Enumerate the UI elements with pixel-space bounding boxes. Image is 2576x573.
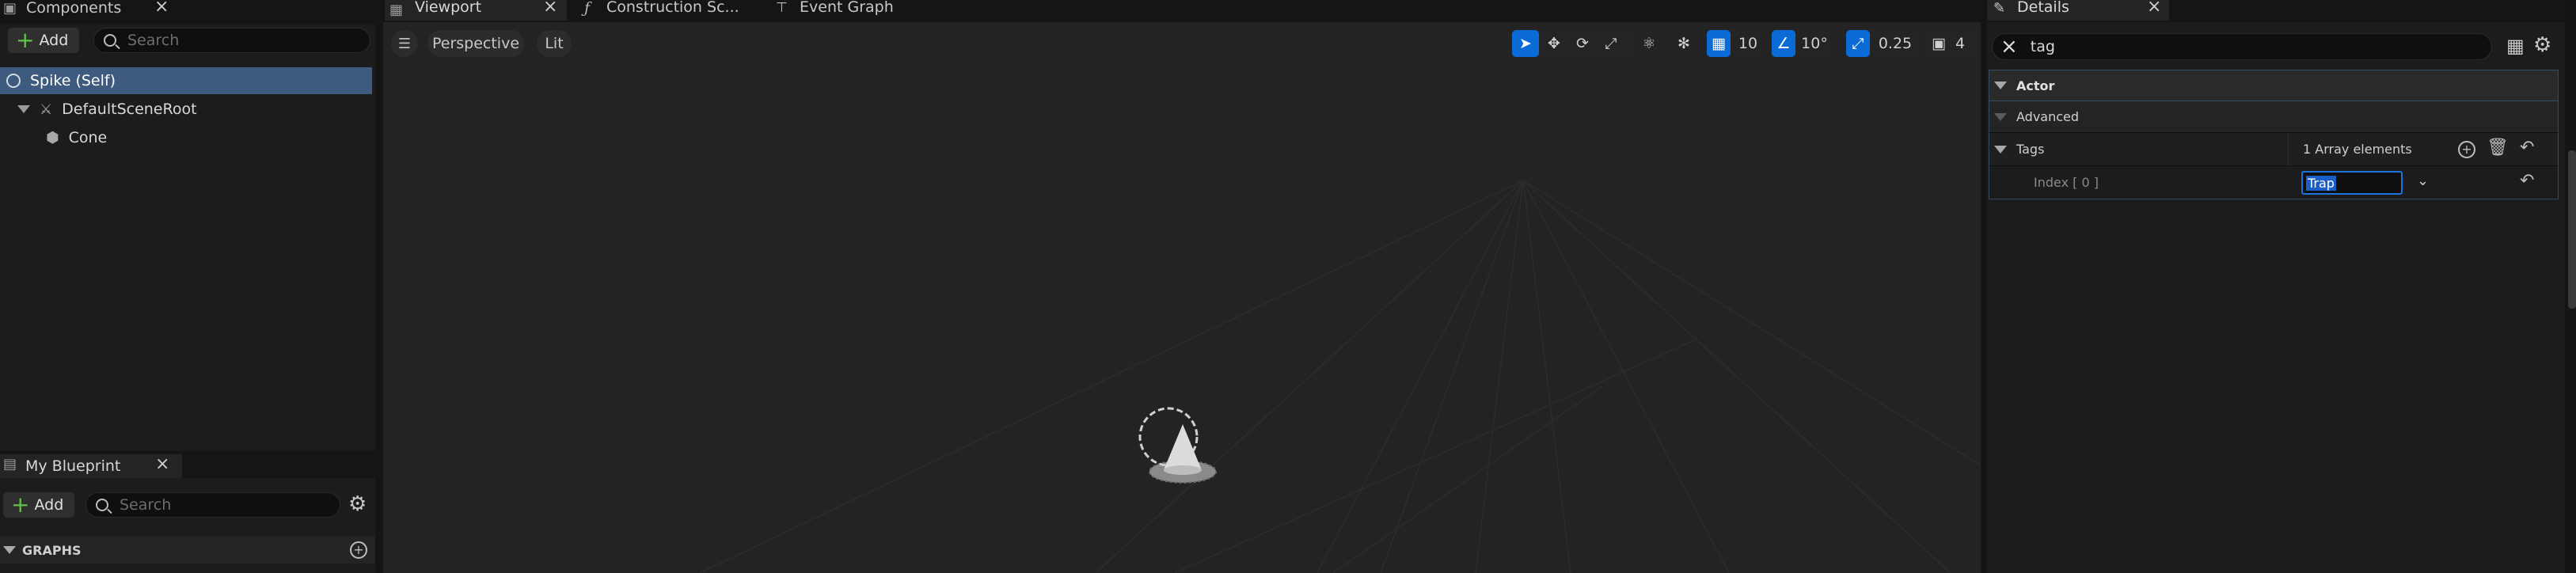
- add-label: Add: [34, 496, 64, 514]
- camera-speed-value[interactable]: 4: [1949, 30, 1971, 57]
- scrollbar-thumb[interactable]: [2568, 150, 2576, 309]
- view-mode-button[interactable]: Perspective: [427, 30, 524, 57]
- select-tool-icon[interactable]: ➤: [1512, 30, 1539, 57]
- reset-icon[interactable]: ↶: [2520, 171, 2534, 191]
- chevron-down-icon[interactable]: ⌄: [2417, 173, 2429, 189]
- add-element-icon[interactable]: +: [2458, 141, 2475, 158]
- tag-value-input[interactable]: Trap: [2301, 171, 2403, 195]
- search-input[interactable]: [120, 496, 315, 514]
- tree-item-label: Cone: [68, 129, 108, 146]
- tree-item-defaultsceneroot[interactable]: ⚔ DefaultSceneRoot: [17, 96, 372, 123]
- close-icon[interactable]: ×: [155, 454, 169, 474]
- close-icon[interactable]: ×: [154, 0, 169, 17]
- add-blueprint-item-button[interactable]: + Add: [3, 491, 75, 518]
- graphs-section-header[interactable]: GRAPHS +: [0, 537, 375, 564]
- camera-speed-icon[interactable]: ▣: [1927, 30, 1951, 57]
- gear-icon[interactable]: ⚙: [2533, 33, 2551, 57]
- close-icon[interactable]: ×: [543, 0, 557, 17]
- tag-value-text[interactable]: Trap: [2306, 175, 2336, 191]
- scene-root-icon: ⚔: [40, 101, 53, 118]
- tree-item-label: DefaultSceneRoot: [62, 101, 197, 118]
- cone-mesh[interactable]: [1135, 400, 1230, 495]
- index-label: Index [ 0 ]: [2034, 175, 2099, 190]
- scale-tool-icon[interactable]: ⤢: [1598, 30, 1624, 57]
- tab-viewport-label: Viewport: [415, 0, 482, 16]
- trash-icon[interactable]: 🗑: [2487, 138, 2509, 157]
- tab-components-label: Components: [26, 0, 122, 17]
- my-blueprint-label: My Blueprint: [25, 457, 121, 475]
- expand-arrow-icon[interactable]: [1994, 145, 2007, 154]
- add-label: Add: [39, 32, 69, 49]
- my-blueprint-tab[interactable]: ▤ My Blueprint ×: [0, 454, 182, 478]
- category-actor-label: Actor: [2016, 78, 2055, 93]
- components-icon: ▣: [3, 0, 17, 17]
- translate-tool-icon[interactable]: ✥: [1541, 30, 1567, 57]
- tags-value: 1 Array elements: [2303, 142, 2412, 157]
- plus-icon: +: [11, 491, 30, 518]
- category-actor[interactable]: Actor: [1989, 70, 2559, 101]
- clear-search-icon[interactable]: ×: [2000, 36, 2018, 57]
- tree-item-label: Spike (Self): [30, 72, 116, 89]
- tags-label: Tags: [2016, 142, 2045, 157]
- actor-icon: [6, 74, 21, 88]
- tab-event-graph-label: Event Graph: [800, 0, 894, 16]
- scale-snap-icon[interactable]: ⤢: [1846, 30, 1870, 57]
- function-icon: ƒ: [584, 0, 591, 17]
- property-matrix-icon[interactable]: ▦: [2506, 35, 2525, 57]
- search-input[interactable]: [127, 32, 340, 49]
- add-graph-icon[interactable]: +: [350, 541, 367, 559]
- tab-viewport[interactable]: ▦ Viewport ×: [385, 0, 567, 21]
- tab-construction-label: Construction Sc...: [606, 0, 739, 16]
- expand-arrow-icon[interactable]: [1994, 112, 2007, 121]
- world-space-icon[interactable]: ⚛: [1636, 30, 1662, 57]
- add-component-button[interactable]: + Add: [8, 27, 80, 53]
- tree-item-spike-self[interactable]: Spike (Self): [0, 67, 372, 94]
- viewport-options-button[interactable]: ☰: [391, 30, 418, 57]
- close-icon[interactable]: ×: [2147, 0, 2161, 17]
- tree-item-cone[interactable]: ⬢ Cone: [46, 124, 372, 151]
- gear-icon[interactable]: ⚙: [348, 492, 367, 516]
- pencil-icon: ✎: [1993, 0, 2006, 17]
- expand-arrow-icon[interactable]: [1994, 82, 2007, 89]
- plus-icon: +: [16, 27, 35, 53]
- lighting-mode-button[interactable]: Lit: [537, 30, 572, 57]
- viewport-area[interactable]: [383, 22, 1981, 573]
- graphs-label: GRAPHS: [22, 542, 82, 558]
- reset-icon[interactable]: ↶: [2520, 138, 2534, 157]
- tab-details[interactable]: ✎ Details ×: [1987, 0, 2169, 21]
- scale-snap-value[interactable]: 0.25: [1871, 30, 1919, 57]
- details-search[interactable]: × tag: [1992, 33, 2492, 60]
- rotation-snap-icon[interactable]: ∠: [1772, 30, 1795, 57]
- blueprint-search[interactable]: [85, 492, 340, 518]
- category-advanced[interactable]: Advanced: [1989, 101, 2559, 133]
- viewport-tab-icon: ▦: [389, 2, 404, 18]
- search-icon: [96, 499, 108, 511]
- expand-arrow-icon[interactable]: [17, 105, 30, 113]
- surface-snap-icon[interactable]: ✻: [1670, 30, 1697, 57]
- rotate-tool-icon[interactable]: ⟳: [1569, 30, 1596, 57]
- category-advanced-label: Advanced: [2016, 109, 2080, 124]
- tab-components[interactable]: ▣ Components ×: [0, 0, 182, 17]
- tab-construction-script[interactable]: ƒ Construction Sc...: [576, 0, 750, 19]
- expand-arrow-icon[interactable]: [3, 546, 16, 554]
- rotation-snap-value[interactable]: 10°: [1797, 30, 1832, 57]
- tab-event-graph[interactable]: ⊤ Event Graph: [769, 0, 944, 19]
- details-search-value[interactable]: tag: [2031, 38, 2055, 55]
- event-graph-icon: ⊤: [776, 0, 788, 16]
- tags-row[interactable]: Tags 1 Array elements + 🗑 ↶: [1989, 133, 2559, 166]
- tab-details-label: Details: [2017, 0, 2069, 16]
- search-icon: [104, 34, 116, 47]
- book-icon: ▤: [3, 456, 17, 472]
- components-search[interactable]: [93, 28, 370, 53]
- grid-snap-icon[interactable]: ▦: [1707, 30, 1731, 57]
- grid-snap-value[interactable]: 10: [1734, 30, 1762, 57]
- index-row[interactable]: Index [ 0 ] Trap ⌄ ↶: [1989, 166, 2559, 199]
- static-mesh-icon: ⬢: [46, 129, 59, 146]
